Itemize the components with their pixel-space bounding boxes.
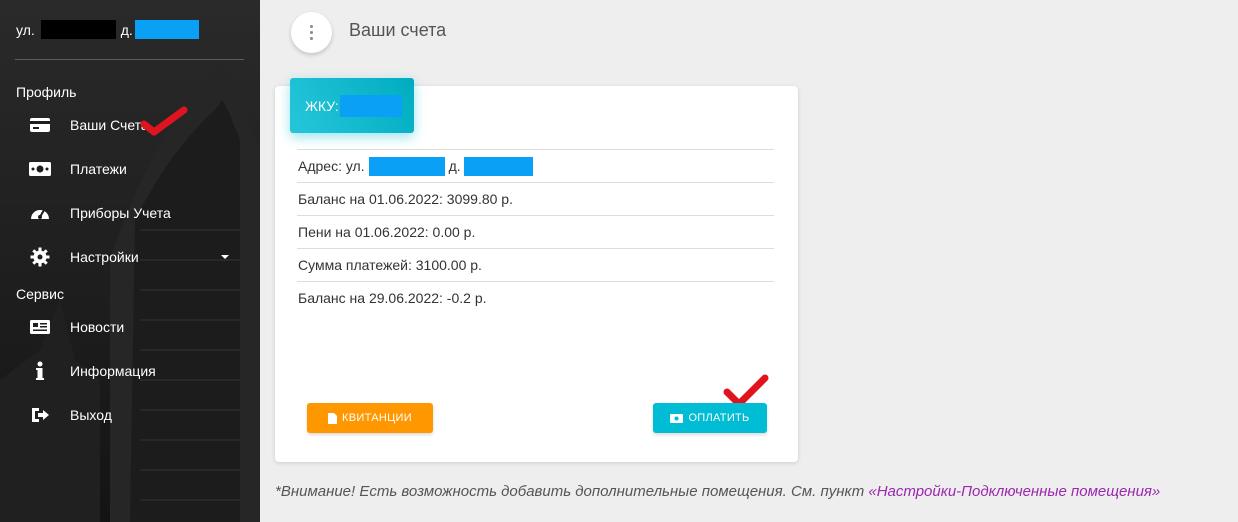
sidebar-item-meters[interactable]: Приборы Учета [0, 191, 260, 235]
sidebar-item-label: Платежи [70, 161, 127, 177]
logout-icon [28, 403, 52, 427]
newspaper-icon [28, 315, 52, 339]
account-card: ЖКУ: Адрес: ул. д. Баланс на 01.06.2022:… [275, 78, 798, 462]
address-house-label: д. [448, 158, 461, 174]
redacted-street [368, 156, 445, 176]
pay-button-label: ОПЛАТИТЬ [688, 412, 750, 424]
sidebar-section-profile: Профиль [16, 84, 77, 100]
sidebar-item-label: Приборы Учета [70, 205, 171, 221]
sidebar-item-label: Настройки [70, 249, 139, 265]
sidebar-item-info[interactable]: Информация [0, 349, 260, 393]
sidebar-item-accounts[interactable]: Ваши Счета [0, 103, 260, 147]
row-balance-start: Баланс на 01.06.2022: 3099.80 р. [297, 182, 774, 215]
card-header-label: ЖКУ: [305, 97, 339, 114]
sidebar-item-label: Выход [70, 407, 112, 423]
sidebar-item-settings[interactable]: Настройки [0, 235, 260, 279]
more-vert-icon-dot [310, 37, 313, 40]
sidebar-item-logout[interactable]: Выход [0, 393, 260, 437]
row-penalty: Пени на 01.06.2022: 0.00 р. [297, 215, 774, 248]
sidebar-item-label: Информация [70, 363, 156, 379]
sidebar-section-service: Сервис [16, 286, 64, 302]
sidebar-item-payments[interactable]: Платежи [0, 147, 260, 191]
info-icon [28, 359, 52, 383]
money-icon [28, 157, 52, 181]
notice-message: *Внимание! Есть возможность добавить доп… [275, 483, 869, 500]
redacted-street [40, 20, 116, 39]
address-street-prefix: ул. [16, 21, 35, 38]
red-checkmark [140, 106, 188, 136]
settings-connected-premises-link[interactable]: «Настройки-Подключенные помещения» [868, 483, 1160, 500]
redacted-house [134, 20, 199, 39]
sidebar-item-label: Новости [70, 319, 125, 335]
more-vert-icon-dot [310, 31, 313, 34]
redacted-account-name [339, 94, 402, 117]
row-payments: Сумма платежей: 3100.00 р. [297, 248, 774, 281]
credit-card-icon [28, 113, 52, 137]
notice-text: *Внимание! Есть возможность добавить доп… [275, 483, 1160, 500]
document-icon [328, 412, 338, 424]
money-icon [670, 413, 684, 423]
account-details: Адрес: ул. д. Баланс на 01.06.2022: 3099… [297, 149, 774, 314]
address-label: Адрес: ул. [298, 158, 365, 174]
row-address: Адрес: ул. д. [297, 149, 774, 182]
sidebar-address: ул. д. [0, 0, 260, 59]
more-menu-button[interactable] [291, 12, 332, 53]
gear-icon [28, 245, 52, 269]
sidebar-item-news[interactable]: Новости [0, 305, 260, 349]
card-header: ЖКУ: [290, 78, 414, 133]
pay-button[interactable]: ОПЛАТИТЬ [653, 403, 767, 433]
speedometer-icon [28, 201, 52, 225]
sidebar: ул. д. Профиль Ваши Счета Платежи Прибор… [0, 0, 260, 522]
address-house-prefix: д. [120, 21, 133, 38]
redacted-house [463, 156, 533, 176]
receipts-button-label: КВИТАНЦИИ [342, 412, 412, 424]
chevron-down-icon [221, 255, 229, 259]
row-balance-end: Баланс на 29.06.2022: -0.2 р. [297, 281, 774, 314]
more-vert-icon [310, 25, 313, 28]
page-title: Ваши счета [349, 20, 447, 40]
receipts-button[interactable]: КВИТАНЦИИ [307, 403, 433, 433]
